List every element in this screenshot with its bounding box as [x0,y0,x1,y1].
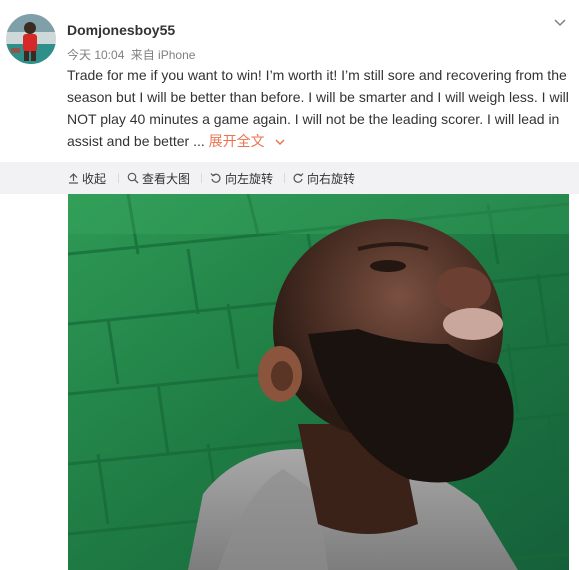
post-photo[interactable] [68,194,569,570]
post-meta: 今天 10:04 来自 iPhone [67,46,198,63]
avatar[interactable] [6,14,56,64]
expand-full-text-link[interactable]: 展开全文 [209,133,285,149]
view-large-image-label: 查看大图 [142,171,191,186]
rotate-left-label: 向左旋转 [225,171,274,186]
post-body: Trade for me if you want to win! I’m wor… [67,67,569,149]
chevron-down-icon [554,19,566,27]
post-time[interactable]: 今天 10:04 [67,48,124,62]
collapse-label: 收起 [82,171,107,186]
post-text: Trade for me if you want to win! I’m wor… [67,64,569,152]
collapse-button[interactable]: 收起 [68,162,106,194]
collapse-up-icon [69,173,78,184]
divider [118,173,119,183]
expand-label: 展开全文 [208,133,265,149]
rotate-right-label: 向右旋转 [307,171,356,186]
rotate-left-icon [210,173,221,183]
username[interactable]: Domjonesboy55 [67,22,175,38]
rotate-right-icon [293,173,304,183]
post-menu-button[interactable] [549,12,571,34]
image-toolbar: 收起 查看大图 向左旋转 向右旋转 [0,162,579,194]
rotate-right-button[interactable]: 向右旋转 [292,162,355,194]
view-large-image-button[interactable]: 查看大图 [127,162,190,194]
post-source: 来自 iPhone [130,48,196,62]
divider [201,173,202,183]
magnifier-icon [127,172,139,184]
rotate-left-button[interactable]: 向左旋转 [210,162,273,194]
chevron-down-icon [275,139,285,145]
divider [284,173,285,183]
weibo-post: Domjonesboy55 今天 10:04 来自 iPhone Trade f… [0,0,579,570]
